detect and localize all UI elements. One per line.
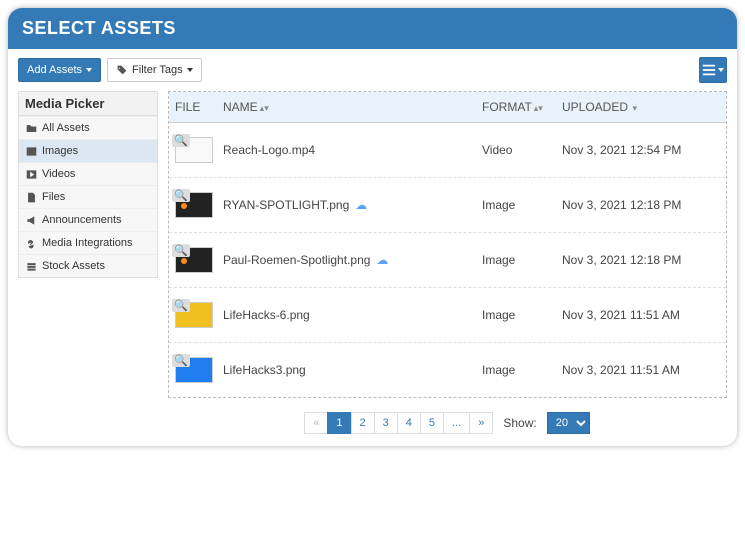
- table-row[interactable]: 🔍 LifeHacks-6.pngImageNov 3, 2021 11:51 A…: [169, 288, 726, 343]
- magnify-icon: 🔍: [172, 244, 190, 257]
- thumbnail[interactable]: 🔍: [175, 192, 213, 218]
- thumbnail[interactable]: 🔍: [175, 357, 213, 383]
- add-assets-button[interactable]: Add Assets: [18, 58, 101, 82]
- cell-uploaded: Nov 3, 2021 12:18 PM: [556, 245, 726, 275]
- chevron-down-icon: [187, 68, 193, 72]
- add-assets-label: Add Assets: [27, 64, 82, 76]
- cell-format: Image: [476, 190, 556, 220]
- table-row[interactable]: 🔍 Paul-Roemen-Spotlight.png☁ImageNov 3, 2…: [169, 233, 726, 288]
- sidebar-item-label: Files: [42, 191, 65, 203]
- link-icon: [25, 237, 37, 249]
- cloud-icon: ☁: [355, 198, 367, 212]
- sidebar-item-files[interactable]: Files: [19, 185, 157, 208]
- filter-tags-button[interactable]: Filter Tags: [107, 58, 202, 82]
- column-name[interactable]: NAME▴▾: [217, 92, 476, 122]
- sidebar-item-label: Videos: [42, 168, 75, 180]
- magnify-icon: 🔍: [172, 354, 190, 367]
- page-5[interactable]: 5: [420, 412, 444, 434]
- sort-desc-icon: ▾: [630, 103, 637, 113]
- file-icon: [25, 191, 37, 203]
- sidebar-item-media-integrations[interactable]: Media Integrations: [19, 231, 157, 254]
- sort-icon: ▴▾: [260, 103, 269, 113]
- dialog-title: SELECT ASSETS: [8, 8, 737, 49]
- sidebar-item-announcements[interactable]: Announcements: [19, 208, 157, 231]
- view-toggle-button[interactable]: [699, 57, 727, 83]
- page-1[interactable]: 1: [327, 412, 351, 434]
- media-picker-sidebar: Media Picker All Assets Images Videos Files…: [18, 91, 158, 278]
- sidebar-title: Media Picker: [19, 92, 157, 116]
- page-3[interactable]: 3: [374, 412, 398, 434]
- sidebar-item-videos[interactable]: Videos: [19, 162, 157, 185]
- sort-icon: ▴▾: [534, 103, 543, 113]
- asset-list: FILE NAME▴▾ FORMAT▴▾ UPLOADED ▾ 🔍 Reach-L…: [168, 91, 727, 442]
- table-row[interactable]: 🔍 RYAN-SPOTLIGHT.png☁ImageNov 3, 2021 12:…: [169, 178, 726, 233]
- chevron-down-icon: [86, 68, 92, 72]
- play-icon: [25, 168, 37, 180]
- thumbnail[interactable]: 🔍: [175, 247, 213, 273]
- page-prev[interactable]: «: [304, 412, 328, 434]
- cell-uploaded: Nov 3, 2021 11:51 AM: [556, 300, 726, 330]
- cell-uploaded: Nov 3, 2021 12:54 PM: [556, 135, 726, 165]
- toolbar: Add Assets Filter Tags: [8, 49, 737, 91]
- cell-name: LifeHacks3.png: [217, 355, 476, 385]
- cell-name: RYAN-SPOTLIGHT.png☁: [217, 190, 476, 220]
- page-size-select[interactable]: 20: [547, 412, 590, 434]
- table-row[interactable]: 🔍 LifeHacks3.pngImageNov 3, 2021 11:51 AM: [169, 343, 726, 397]
- magnify-icon: 🔍: [172, 134, 190, 147]
- column-format[interactable]: FORMAT▴▾: [476, 92, 556, 122]
- sidebar-item-all-assets[interactable]: All Assets: [19, 116, 157, 139]
- cell-uploaded: Nov 3, 2021 12:18 PM: [556, 190, 726, 220]
- sidebar-item-label: Announcements: [42, 214, 122, 226]
- cell-format: Video: [476, 135, 556, 165]
- list-icon: [702, 63, 716, 77]
- column-file[interactable]: FILE: [169, 92, 217, 122]
- table-row[interactable]: 🔍 Reach-Logo.mp4VideoNov 3, 2021 12:54 PM: [169, 123, 726, 178]
- page-next[interactable]: »: [469, 412, 493, 434]
- cloud-icon: ☁: [376, 253, 388, 267]
- cell-name: LifeHacks-6.png: [217, 300, 476, 330]
- sidebar-item-images[interactable]: Images: [19, 139, 157, 162]
- stack-icon: [25, 260, 37, 272]
- sidebar-item-label: All Assets: [42, 122, 90, 134]
- table-header-row: FILE NAME▴▾ FORMAT▴▾ UPLOADED ▾: [169, 92, 726, 123]
- pagination-bar: «12345...» Show: 20: [168, 398, 727, 442]
- magnify-icon: 🔍: [172, 299, 190, 312]
- megaphone-icon: [25, 214, 37, 226]
- folder-icon: [25, 122, 37, 134]
- thumbnail[interactable]: 🔍: [175, 137, 213, 163]
- page-...[interactable]: ...: [443, 412, 470, 434]
- sidebar-item-label: Images: [42, 145, 78, 157]
- cell-format: Image: [476, 355, 556, 385]
- magnify-icon: 🔍: [172, 189, 190, 202]
- sidebar-item-label: Media Integrations: [42, 237, 133, 249]
- column-uploaded[interactable]: UPLOADED ▾: [556, 92, 726, 122]
- cell-uploaded: Nov 3, 2021 11:51 AM: [556, 355, 726, 385]
- pagination: «12345...»: [305, 412, 493, 434]
- cell-format: Image: [476, 245, 556, 275]
- select-assets-dialog: SELECT ASSETS Add Assets Filter Tags Med…: [8, 8, 737, 446]
- filter-tags-label: Filter Tags: [132, 64, 183, 76]
- cell-format: Image: [476, 300, 556, 330]
- thumbnail[interactable]: 🔍: [175, 302, 213, 328]
- page-4[interactable]: 4: [397, 412, 421, 434]
- image-icon: [25, 145, 37, 157]
- cell-name: Reach-Logo.mp4: [217, 135, 476, 165]
- tag-icon: [116, 64, 128, 76]
- chevron-down-icon: [718, 68, 724, 72]
- sidebar-item-stock-assets[interactable]: Stock Assets: [19, 254, 157, 277]
- page-2[interactable]: 2: [351, 412, 375, 434]
- cell-name: Paul-Roemen-Spotlight.png☁: [217, 245, 476, 275]
- sidebar-item-label: Stock Assets: [42, 260, 105, 272]
- show-label: Show:: [503, 416, 536, 430]
